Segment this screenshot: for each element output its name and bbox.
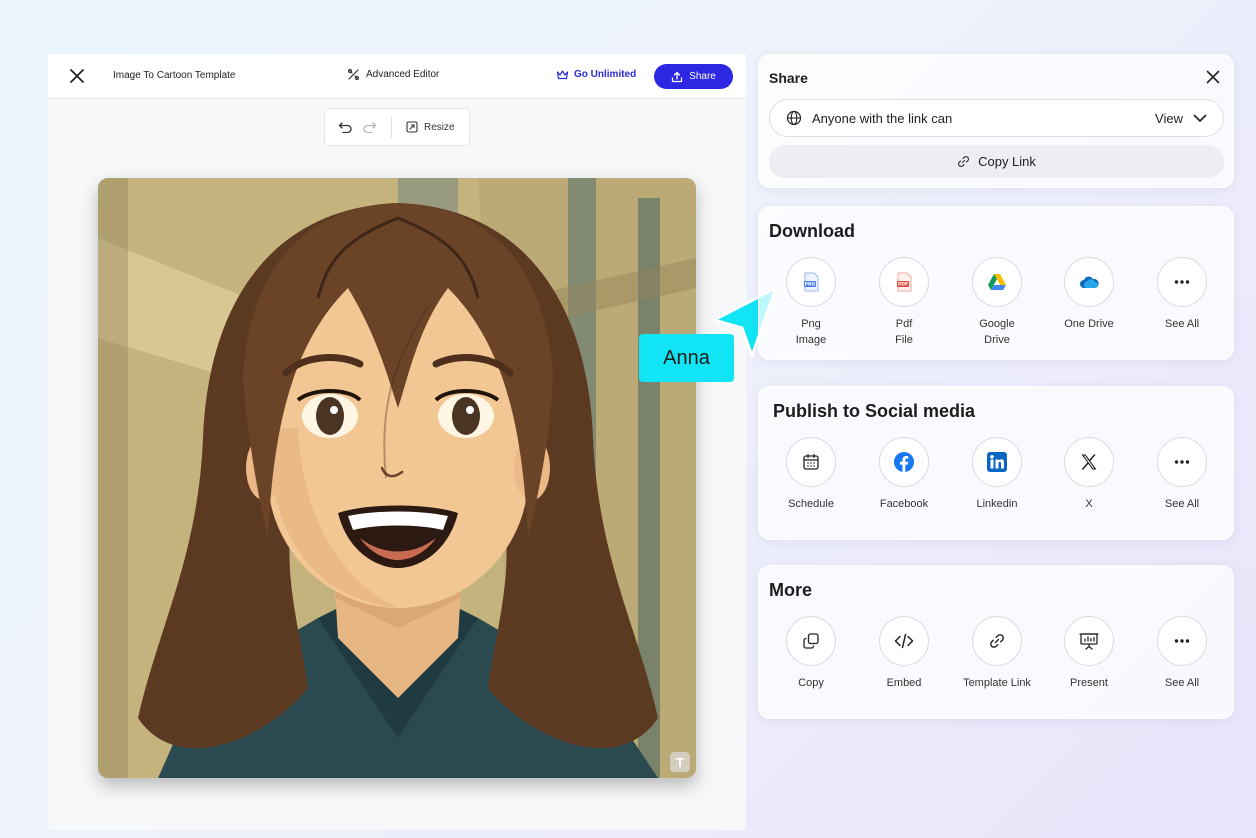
facebook-icon <box>879 437 929 487</box>
social-item-label: Schedule <box>788 498 834 510</box>
resize-label: Resize <box>424 121 455 133</box>
download-label-line1: See All <box>1164 318 1200 330</box>
linkedin-button[interactable]: Linkedin <box>952 437 1042 512</box>
globe-icon <box>786 110 802 126</box>
svg-text:PNG: PNG <box>805 282 816 288</box>
more-heading: More <box>769 580 813 600</box>
x-icon <box>1064 437 1114 487</box>
redo-icon[interactable] <box>361 119 377 135</box>
toolbar-divider <box>391 116 392 138</box>
download-label-line2: File <box>895 334 913 346</box>
png-file-icon: PNG <box>786 257 836 307</box>
download-label-line1: Png <box>801 318 821 330</box>
download-label-line2: Drive <box>984 334 1010 346</box>
social-see-all-button[interactable]: See All <box>1137 437 1227 512</box>
chevron-down-icon <box>1193 114 1207 122</box>
linkedin-icon <box>972 437 1022 487</box>
advanced-editor-button[interactable]: Advanced Editor <box>347 68 439 81</box>
google-drive-icon <box>972 257 1022 307</box>
share-panel: Share Anyone with the link can View Copy… <box>758 54 1234 188</box>
resize-button[interactable]: Resize <box>406 121 455 133</box>
editor-topbar: Image To Cartoon Template Advanced Edito… <box>48 54 746 99</box>
download-label-line1: One Drive <box>1064 318 1114 330</box>
facebook-button[interactable]: Facebook <box>859 437 949 512</box>
pdf-file-icon: PDF <box>879 257 929 307</box>
cartoon-portrait-image[interactable]: T <box>98 178 696 778</box>
link-access-dropdown[interactable]: Anyone with the link can View <box>769 99 1224 137</box>
template-link-button[interactable]: Template Link <box>952 616 1042 691</box>
access-level-label: View <box>1155 110 1183 126</box>
schedule-button[interactable]: Schedule <box>766 437 856 512</box>
svg-text:PDF: PDF <box>898 282 908 288</box>
download-onedrive-button[interactable]: One Drive <box>1044 257 1134 332</box>
advanced-editor-label: Advanced Editor <box>366 69 440 80</box>
download-label-line2: Image <box>795 334 827 346</box>
access-text: Anyone with the link can <box>812 110 953 126</box>
more-item-label: Template Link <box>963 677 1031 689</box>
link-icon <box>972 616 1022 666</box>
copy-icon <box>786 616 836 666</box>
more-panel: More Copy Embed Template Link Present Se… <box>758 565 1234 719</box>
copy-link-label: Copy Link <box>978 154 1036 169</box>
more-item-label: Copy <box>798 677 824 689</box>
download-see-all-button[interactable]: See All <box>1137 257 1227 332</box>
download-options: PNG Png Image PDF Pdf File Google Drive One… <box>759 257 1235 357</box>
undo-icon[interactable] <box>337 119 353 135</box>
presentation-icon <box>1064 616 1114 666</box>
crown-icon <box>556 70 569 80</box>
social-options: Schedule Facebook Linkedin X See All <box>759 437 1235 537</box>
go-unlimited-button[interactable]: Go Unlimited <box>556 69 636 80</box>
share-panel-title: Share <box>769 70 808 86</box>
copy-button[interactable]: Copy <box>766 616 856 691</box>
social-item-label: Facebook <box>879 498 929 510</box>
cartoon-illustration <box>98 178 696 778</box>
close-icon[interactable] <box>68 67 86 85</box>
download-panel: Download PNG Png Image PDF Pdf File Google… <box>758 206 1234 360</box>
embed-button[interactable]: Embed <box>859 616 949 691</box>
download-png-button[interactable]: PNG Png Image <box>766 257 856 348</box>
calendar-icon <box>786 437 836 487</box>
download-heading: Download <box>769 221 855 241</box>
social-item-label: See All <box>1164 498 1200 510</box>
collaborator-name-tag: Anna <box>639 334 734 382</box>
canvas-toolbar: Resize <box>324 108 470 146</box>
onedrive-icon <box>1064 257 1114 307</box>
more-options: Copy Embed Template Link Present See All <box>759 616 1235 716</box>
x-button[interactable]: X <box>1044 437 1134 512</box>
access-level-select[interactable]: View <box>1155 111 1207 126</box>
more-item-label: See All <box>1164 677 1200 689</box>
social-item-label: Linkedin <box>976 498 1018 510</box>
download-label-line1: Pdf <box>895 318 913 330</box>
editor-window: Image To Cartoon Template Advanced Edito… <box>48 54 746 830</box>
social-item-label: X <box>1085 498 1093 510</box>
download-label-line1: Google <box>979 318 1015 330</box>
close-icon[interactable] <box>1205 69 1221 85</box>
more-dots-icon <box>1157 437 1207 487</box>
upload-icon <box>672 71 683 82</box>
download-pdf-button[interactable]: PDF Pdf File <box>859 257 949 348</box>
go-unlimited-label: Go Unlimited <box>574 69 637 80</box>
more-dots-icon <box>1157 257 1207 307</box>
more-item-label: Present <box>1070 677 1108 689</box>
more-item-label: Embed <box>886 677 922 689</box>
social-heading: Publish to Social media <box>773 401 976 421</box>
download-google-drive-button[interactable]: Google Drive <box>952 257 1042 348</box>
resize-icon <box>406 121 418 133</box>
watermark-badge: T <box>670 752 690 772</box>
link-icon <box>958 156 970 167</box>
share-button[interactable]: Share <box>654 64 733 89</box>
present-button[interactable]: Present <box>1044 616 1134 691</box>
share-button-label: Share <box>689 71 716 82</box>
more-dots-icon <box>1157 616 1207 666</box>
document-title: Image To Cartoon Template <box>113 70 236 81</box>
copy-link-button[interactable]: Copy Link <box>769 145 1224 178</box>
embed-code-icon <box>879 616 929 666</box>
more-see-all-button[interactable]: See All <box>1137 616 1227 691</box>
tools-icon <box>347 68 360 81</box>
social-publish-panel: Publish to Social media Schedule Faceboo… <box>758 386 1234 540</box>
